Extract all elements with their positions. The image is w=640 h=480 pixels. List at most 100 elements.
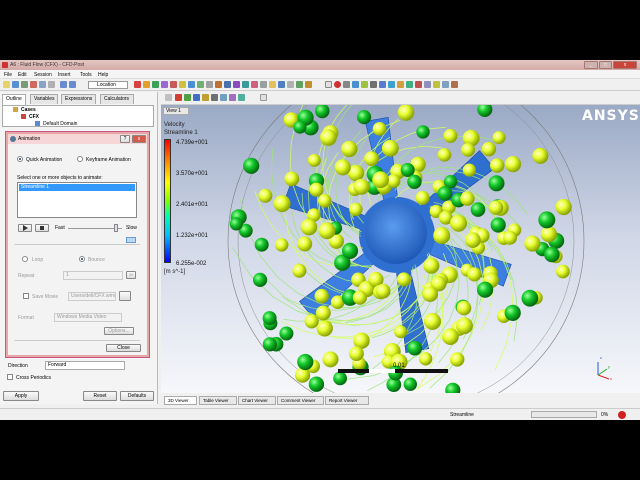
vortex-core-icon[interactable] — [433, 81, 440, 88]
close-window-button[interactable]: x — [613, 61, 637, 69]
zoom-box-icon[interactable] — [202, 94, 209, 101]
report-icon[interactable] — [48, 81, 55, 88]
tree-cases[interactable]: Cases — [21, 107, 36, 113]
dialog-close-icon[interactable]: x — [132, 135, 146, 143]
case-comparison-icon[interactable] — [287, 81, 294, 88]
text-icon[interactable] — [179, 81, 186, 88]
macro-icon[interactable] — [305, 81, 312, 88]
tab-report-viewer[interactable]: Report Viewer — [325, 396, 369, 405]
contour-icon[interactable] — [143, 81, 150, 88]
print-icon[interactable] — [30, 81, 37, 88]
expression-icon[interactable] — [233, 81, 240, 88]
mesh-calculator-icon[interactable] — [278, 81, 285, 88]
legend-icon[interactable] — [188, 81, 195, 88]
timestep-icon[interactable] — [325, 81, 332, 88]
tree-default-domain[interactable]: Default Domain — [43, 121, 77, 127]
menu-session[interactable]: Session — [34, 72, 52, 78]
tree-cfx[interactable]: CFX — [29, 114, 39, 120]
vector-icon[interactable] — [134, 81, 141, 88]
tab-outline[interactable]: Outline — [2, 94, 26, 105]
menu-edit[interactable]: Edit — [18, 72, 27, 78]
rotate-icon[interactable] — [175, 94, 182, 101]
polyline-icon[interactable] — [451, 81, 458, 88]
open-icon[interactable] — [3, 81, 10, 88]
play-button[interactable] — [18, 224, 32, 232]
keyframe-animation-radio[interactable] — [77, 156, 83, 162]
repeat-input[interactable]: 1 — [63, 271, 123, 280]
view-selector[interactable]: View 1 — [163, 107, 189, 115]
tab-expressions[interactable]: Expressions — [61, 94, 96, 104]
load-icon[interactable] — [21, 81, 28, 88]
plane-icon[interactable] — [397, 81, 404, 88]
table-icon[interactable] — [242, 81, 249, 88]
select-icon[interactable] — [165, 94, 172, 101]
clip-plane-icon[interactable] — [206, 81, 213, 88]
function-calculator-icon[interactable] — [361, 81, 368, 88]
streamline-icon[interactable] — [152, 81, 159, 88]
location-dropdown[interactable]: Location — [88, 81, 128, 89]
menu-insert[interactable]: Insert — [58, 72, 71, 78]
format-select[interactable]: Windows Media Video — [54, 313, 122, 322]
save-movie-checkbox[interactable] — [23, 293, 29, 299]
movie-path-input[interactable]: Users/dell/CFX.wmv — [68, 292, 116, 301]
fit-view-icon[interactable] — [211, 94, 218, 101]
options-button[interactable]: Options... — [104, 327, 134, 335]
apply-button[interactable]: Apply — [3, 391, 39, 401]
color-map-icon[interactable] — [215, 81, 222, 88]
browse-folder-icon[interactable] — [119, 291, 131, 301]
menu-file[interactable]: File — [4, 72, 12, 78]
chart-icon[interactable] — [251, 81, 258, 88]
objects-list[interactable]: Streamline 1 — [17, 182, 137, 218]
point-icon[interactable] — [379, 81, 386, 88]
copy-icon[interactable] — [39, 81, 46, 88]
measure-icon[interactable] — [238, 94, 245, 101]
tab-variables[interactable]: Variables — [30, 94, 58, 104]
volume-render-icon[interactable] — [170, 81, 177, 88]
iso-clip-icon[interactable] — [424, 81, 431, 88]
repeat-infinity-button[interactable]: ∞ — [126, 271, 136, 279]
line-icon[interactable] — [388, 81, 395, 88]
tab-comment-viewer[interactable]: Comment Viewer — [277, 396, 324, 405]
pan-icon[interactable] — [184, 94, 191, 101]
defaults-button[interactable]: Defaults — [120, 391, 154, 401]
quick-editor-icon[interactable] — [343, 81, 350, 88]
quick-animation-radio[interactable] — [17, 156, 23, 162]
query-icon[interactable] — [229, 94, 236, 101]
zoom-icon[interactable] — [193, 94, 200, 101]
user-location-icon[interactable] — [370, 81, 377, 88]
minimize-button[interactable]: _ — [584, 61, 598, 69]
reset-button[interactable]: Reset — [83, 391, 117, 401]
stop-button[interactable] — [35, 224, 49, 232]
bounce-radio[interactable] — [79, 256, 85, 262]
probe-view-icon[interactable] — [220, 94, 227, 101]
direction-select[interactable]: Forward — [45, 361, 125, 370]
surface-of-revolution-icon[interactable] — [442, 81, 449, 88]
turbo-icon[interactable] — [296, 81, 303, 88]
maximize-button[interactable]: □ — [599, 61, 612, 69]
expand-options-icon[interactable] — [126, 237, 136, 243]
volume-icon[interactable] — [406, 81, 413, 88]
animation-icon[interactable] — [334, 81, 341, 88]
cross-periodics-checkbox[interactable] — [7, 374, 13, 380]
save-icon[interactable] — [12, 81, 19, 88]
comment-icon[interactable] — [260, 81, 267, 88]
close-button[interactable]: Close — [106, 344, 141, 352]
instance-transform-icon[interactable] — [197, 81, 204, 88]
help-button[interactable]: ? — [120, 135, 130, 143]
3d-viewer[interactable]: View 1 ANSYS Velocity Streamline 1 4.739… — [161, 105, 640, 393]
menu-tools[interactable]: Tools — [80, 72, 92, 78]
tab-3d-viewer[interactable]: 3D Viewer — [164, 396, 197, 405]
undo-icon[interactable] — [60, 81, 67, 88]
variable-icon[interactable] — [224, 81, 231, 88]
list-item[interactable]: Streamline 1 — [19, 184, 135, 191]
isosurface-icon[interactable] — [415, 81, 422, 88]
interrupt-icon[interactable] — [618, 411, 626, 419]
redo-icon[interactable] — [69, 81, 76, 88]
particle-track-icon[interactable] — [161, 81, 168, 88]
menu-help[interactable]: Help — [98, 72, 108, 78]
tab-calculators[interactable]: Calculators — [100, 94, 134, 104]
speed-slider-handle[interactable] — [114, 224, 118, 232]
loop-radio[interactable] — [22, 256, 28, 262]
probe-icon[interactable] — [352, 81, 359, 88]
figure-icon[interactable] — [269, 81, 276, 88]
